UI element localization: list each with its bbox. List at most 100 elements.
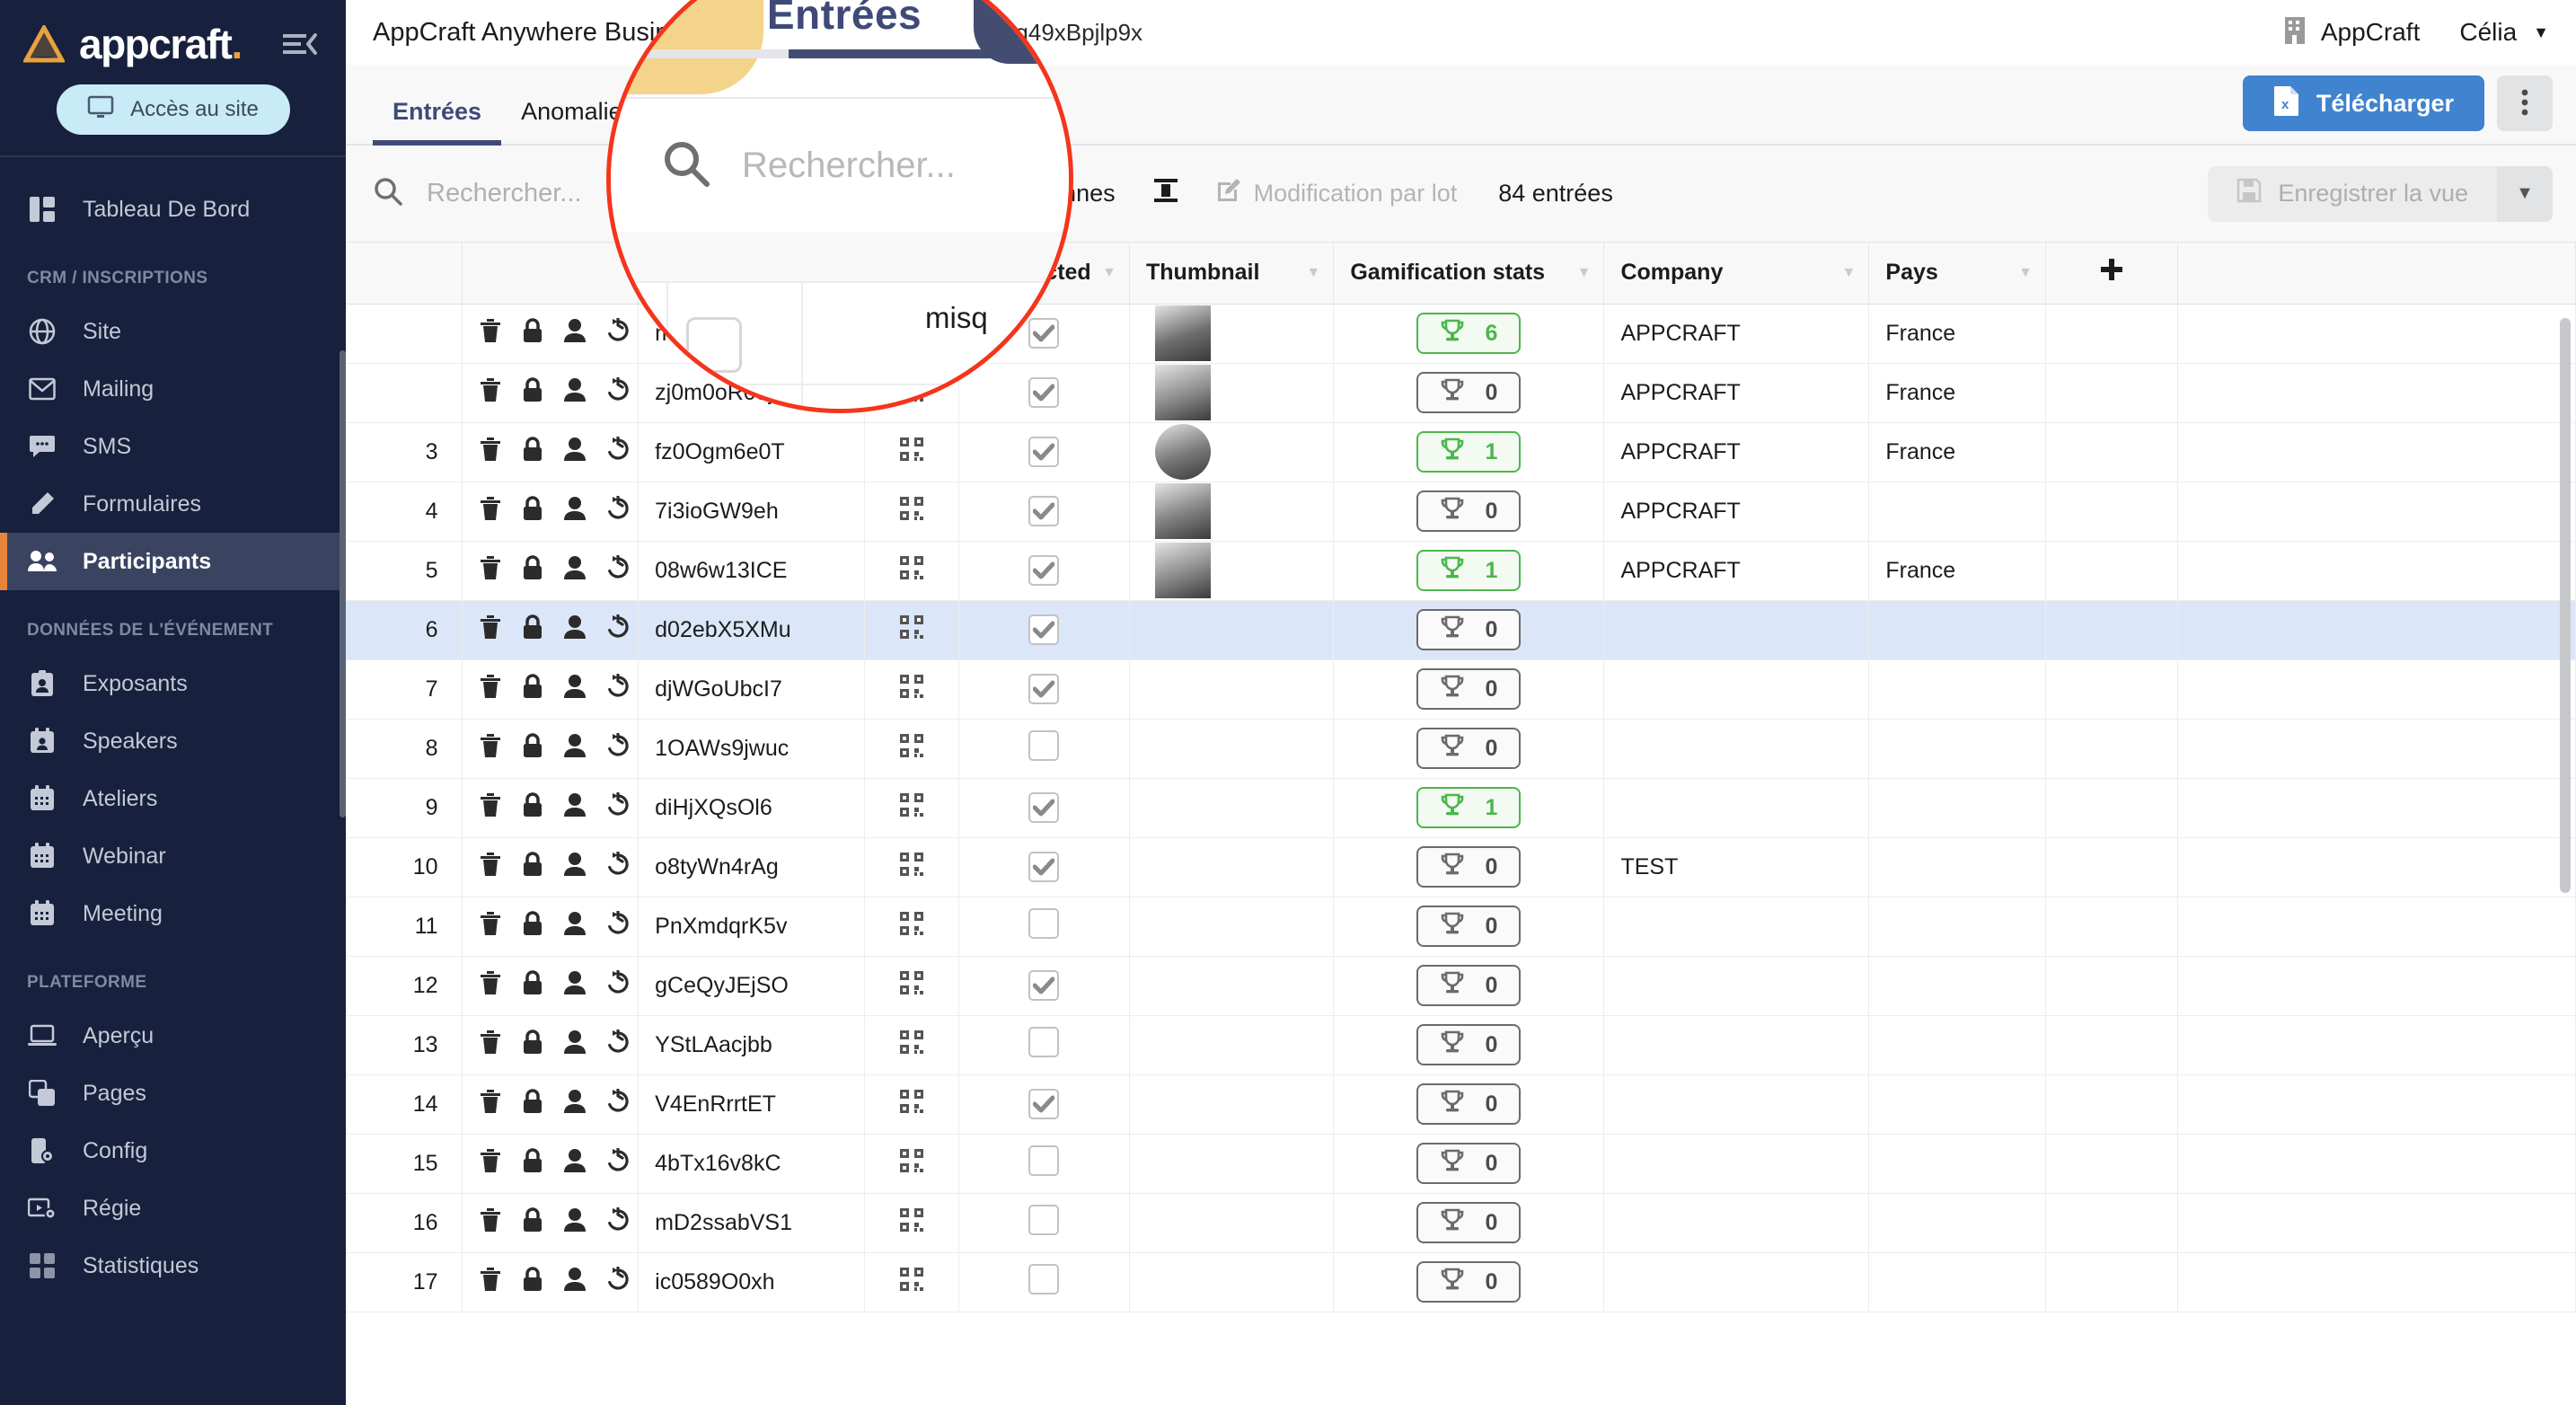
table-vertical-scrollbar[interactable] bbox=[2560, 318, 2571, 893]
access-site-button[interactable]: Accès au site bbox=[57, 84, 290, 135]
qr-code-icon[interactable] bbox=[865, 778, 958, 837]
lock-icon[interactable] bbox=[522, 318, 543, 349]
person-icon[interactable] bbox=[563, 970, 587, 1002]
qr-code-icon[interactable] bbox=[865, 837, 958, 897]
sidebar-collapse-icon[interactable] bbox=[279, 26, 319, 62]
table-row[interactable]: 81OAWs9jwuc0 bbox=[346, 719, 2576, 778]
connected-checkbox[interactable] bbox=[1028, 1205, 1059, 1235]
table-row[interactable]: 17ic0589O0xh0 bbox=[346, 1252, 2576, 1312]
tab-entrees[interactable]: Entrées bbox=[373, 98, 501, 144]
history-icon[interactable] bbox=[606, 1148, 630, 1180]
person-icon[interactable] bbox=[563, 614, 587, 646]
chevron-down-icon[interactable]: ▼ bbox=[2018, 265, 2033, 281]
organization[interactable]: AppCraft bbox=[2283, 15, 2421, 50]
delete-icon[interactable] bbox=[479, 377, 502, 409]
connected-cell[interactable] bbox=[958, 1134, 1129, 1193]
table-row[interactable]: 6d02ebX5XMu0 bbox=[346, 600, 2576, 659]
history-icon[interactable] bbox=[606, 852, 630, 883]
delete-icon[interactable] bbox=[479, 1207, 502, 1239]
connected-cell[interactable] bbox=[958, 1015, 1129, 1074]
qr-code-icon[interactable] bbox=[865, 1252, 958, 1312]
qr-code-icon[interactable] bbox=[865, 482, 958, 541]
table-row[interactable]: 3fz0Ogm6e0T1APPCRAFTFrance bbox=[346, 422, 2576, 482]
history-icon[interactable] bbox=[606, 674, 630, 705]
chevron-down-icon[interactable]: ▼ bbox=[1842, 265, 1857, 281]
save-view-button[interactable]: Enregistrer la vue bbox=[2208, 166, 2497, 222]
sidebar-item-apercu[interactable]: Aperçu bbox=[0, 1007, 346, 1065]
qr-code-icon[interactable] bbox=[865, 422, 958, 482]
connected-cell[interactable] bbox=[958, 1074, 1129, 1134]
history-icon[interactable] bbox=[606, 1029, 630, 1061]
table-row[interactable]: 508w6w13ICE1APPCRAFTFrance bbox=[346, 541, 2576, 600]
person-icon[interactable] bbox=[563, 437, 587, 468]
sidebar-item-sms[interactable]: SMS bbox=[0, 418, 346, 475]
qr-code-icon[interactable] bbox=[865, 956, 958, 1015]
chevron-down-icon[interactable]: ▼ bbox=[1577, 265, 1592, 281]
th-pays[interactable]: Pays▼ bbox=[1869, 243, 2046, 304]
sidebar-item-speakers[interactable]: Speakers bbox=[0, 712, 346, 770]
lock-icon[interactable] bbox=[522, 1029, 543, 1061]
delete-icon[interactable] bbox=[479, 852, 502, 883]
sidebar-item-pages[interactable]: Pages bbox=[0, 1065, 346, 1122]
connected-cell[interactable] bbox=[958, 482, 1129, 541]
connected-checkbox[interactable] bbox=[1028, 1089, 1059, 1119]
magnified-search-box[interactable]: Rechercher... bbox=[611, 99, 1073, 232]
connected-checkbox[interactable] bbox=[1028, 852, 1059, 882]
connected-cell[interactable] bbox=[958, 956, 1129, 1015]
bulk-edit-button[interactable]: Modification par lot bbox=[1216, 178, 1458, 209]
connected-checkbox[interactable] bbox=[1028, 614, 1059, 645]
lock-icon[interactable] bbox=[522, 555, 543, 587]
history-icon[interactable] bbox=[606, 792, 630, 824]
user-menu[interactable]: Célia ▼ bbox=[2459, 18, 2549, 47]
connected-checkbox[interactable] bbox=[1028, 908, 1059, 939]
delete-icon[interactable] bbox=[479, 911, 502, 942]
delete-icon[interactable] bbox=[479, 792, 502, 824]
person-icon[interactable] bbox=[563, 555, 587, 587]
person-icon[interactable] bbox=[563, 1148, 587, 1180]
qr-code-icon[interactable] bbox=[865, 719, 958, 778]
th-company[interactable]: Company▼ bbox=[1604, 243, 1869, 304]
history-icon[interactable] bbox=[606, 970, 630, 1002]
connected-cell[interactable] bbox=[958, 837, 1129, 897]
delete-icon[interactable] bbox=[479, 555, 502, 587]
qr-code-icon[interactable] bbox=[865, 659, 958, 719]
history-icon[interactable] bbox=[606, 1267, 630, 1298]
lock-icon[interactable] bbox=[522, 1148, 543, 1180]
history-icon[interactable] bbox=[606, 614, 630, 646]
delete-icon[interactable] bbox=[479, 674, 502, 705]
history-icon[interactable] bbox=[606, 911, 630, 942]
lock-icon[interactable] bbox=[522, 970, 543, 1002]
delete-icon[interactable] bbox=[479, 496, 502, 527]
connected-checkbox[interactable] bbox=[1028, 970, 1059, 1001]
kebab-menu-button[interactable] bbox=[2497, 75, 2553, 131]
sidebar-item-formulaires[interactable]: Formulaires bbox=[0, 475, 346, 533]
person-icon[interactable] bbox=[563, 792, 587, 824]
fit-columns-button[interactable] bbox=[1153, 178, 1178, 209]
person-icon[interactable] bbox=[563, 1089, 587, 1120]
sidebar-item-exposants[interactable]: Exposants bbox=[0, 655, 346, 712]
th-gamification[interactable]: Gamification stats▼ bbox=[1334, 243, 1604, 304]
table-row[interactable]: 7djWGoUbcI70 bbox=[346, 659, 2576, 719]
th-thumbnail[interactable]: Thumbnail▼ bbox=[1130, 243, 1334, 304]
history-icon[interactable] bbox=[606, 1207, 630, 1239]
table-row[interactable]: 10o8tyWn4rAg0TEST bbox=[346, 837, 2576, 897]
lock-icon[interactable] bbox=[522, 792, 543, 824]
table-row[interactable]: 12gCeQyJEjSO0 bbox=[346, 956, 2576, 1015]
qr-code-icon[interactable] bbox=[865, 1015, 958, 1074]
sidebar-item-regie[interactable]: Régie bbox=[0, 1180, 346, 1237]
lock-icon[interactable] bbox=[522, 437, 543, 468]
sidebar-item-meeting[interactable]: Meeting bbox=[0, 885, 346, 942]
qr-code-icon[interactable] bbox=[865, 1193, 958, 1252]
sidebar-item-site[interactable]: Site bbox=[0, 303, 346, 360]
delete-icon[interactable] bbox=[479, 614, 502, 646]
connected-cell[interactable] bbox=[958, 1193, 1129, 1252]
lock-icon[interactable] bbox=[522, 614, 543, 646]
delete-icon[interactable] bbox=[479, 1148, 502, 1180]
sidebar-item-mailing[interactable]: Mailing bbox=[0, 360, 346, 418]
person-icon[interactable] bbox=[563, 674, 587, 705]
th-add-column[interactable] bbox=[2046, 243, 2178, 304]
table-row[interactable]: 154bTx16v8kC0 bbox=[346, 1134, 2576, 1193]
history-icon[interactable] bbox=[606, 437, 630, 468]
delete-icon[interactable] bbox=[479, 733, 502, 764]
qr-code-icon[interactable] bbox=[865, 1134, 958, 1193]
